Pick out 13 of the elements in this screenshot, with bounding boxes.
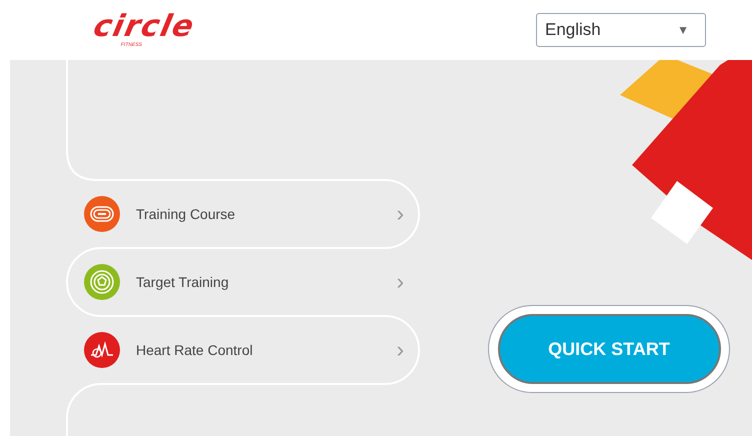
menu-item[interactable]: Training Course › — [84, 180, 404, 248]
language-select[interactable]: English ▼ — [536, 13, 706, 47]
menu-label: Target Training — [136, 272, 230, 292]
chevron-icon: › — [396, 203, 404, 225]
language-value: English — [545, 19, 601, 42]
menu-label: Heart Rate Control — [136, 340, 254, 360]
caret-icon: ▼ — [677, 21, 689, 39]
menu-item[interactable]: Target Training › — [84, 248, 404, 316]
menu-label: Training Course — [136, 204, 236, 224]
chevron-icon: › — [396, 339, 404, 361]
logo-wordmark: circle — [90, 12, 198, 42]
chevron-icon: › — [396, 271, 404, 293]
menu-item[interactable]: Heart Rate Control › — [84, 316, 404, 384]
